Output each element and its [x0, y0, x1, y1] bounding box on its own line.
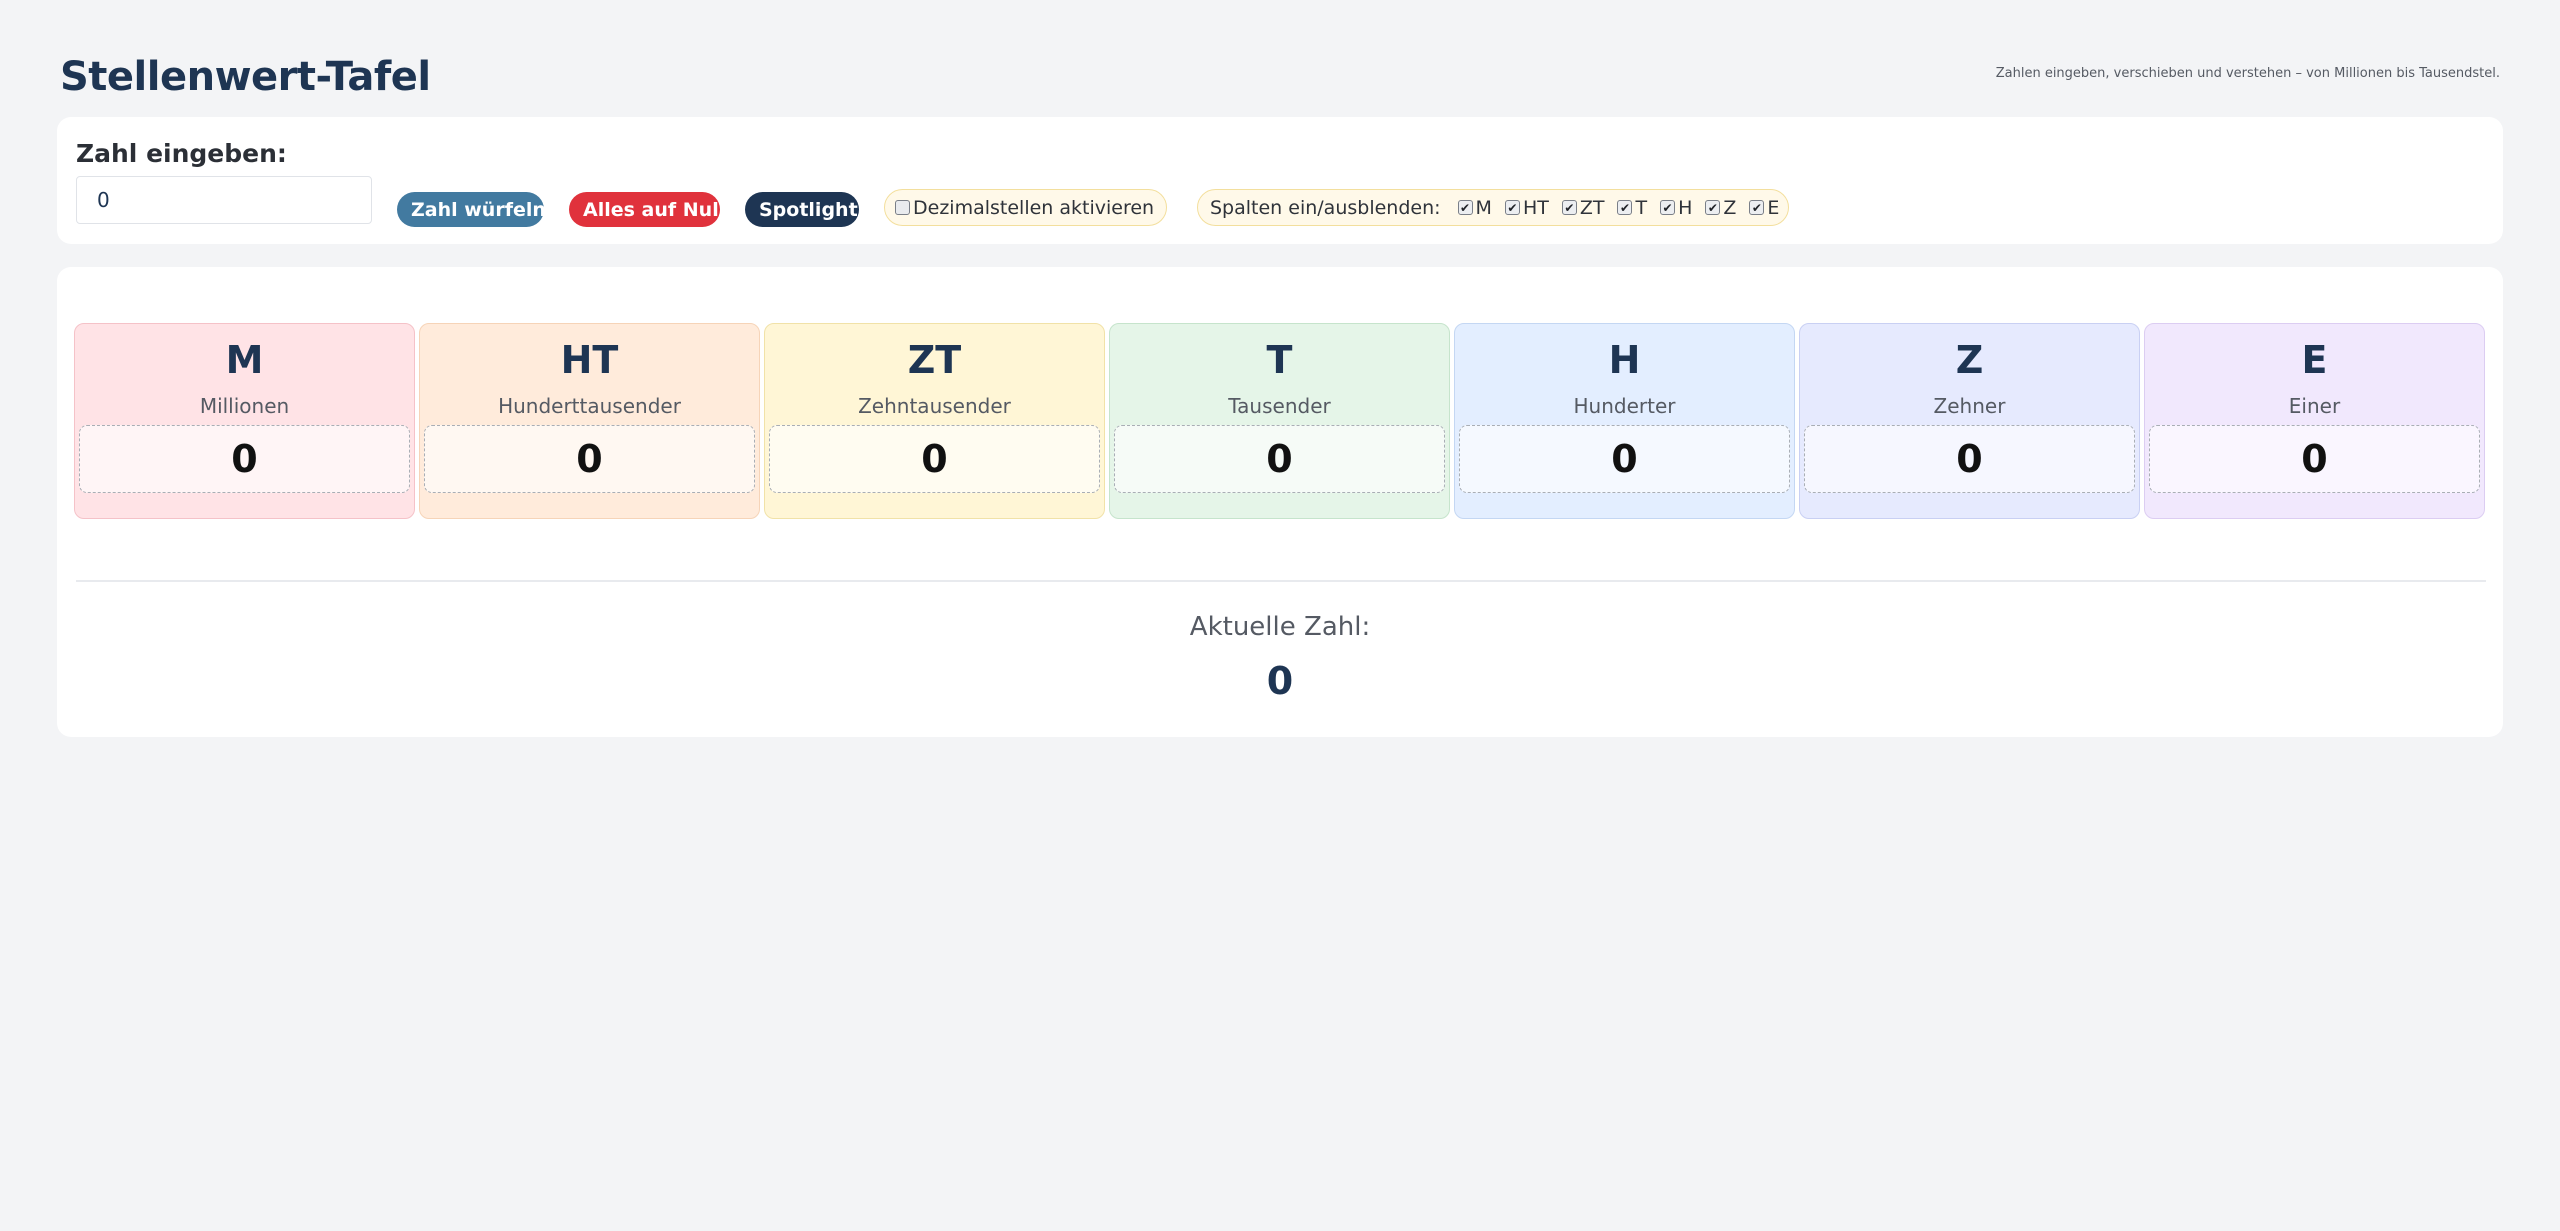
column-toggle-e[interactable]: ✔ E [1749, 197, 1779, 219]
reset-zero-button[interactable]: Alles auf Null [569, 192, 725, 227]
column-toggle-m[interactable]: ✔ M [1457, 196, 1492, 219]
column-toggle-label: H [1678, 196, 1693, 219]
place-abbr: E [2301, 338, 2328, 382]
checkbox-checked-icon[interactable]: ✔ [1457, 200, 1473, 215]
place-digit[interactable]: 0 [2149, 425, 2480, 493]
column-toggle-label: M [1475, 196, 1492, 219]
checkbox-checked-icon[interactable]: ✔ [1660, 200, 1676, 215]
place-name: Einer [2288, 394, 2341, 418]
place-name: Hunderttausender [498, 394, 681, 418]
column-toggle-label: ZT [1579, 196, 1605, 219]
place-column-ten-thousands: ZT Zehntausender 0 [764, 323, 1105, 519]
place-abbr: T [1266, 338, 1293, 382]
checkbox-checked-icon[interactable]: ✔ [1705, 200, 1721, 215]
place-digit[interactable]: 0 [769, 425, 1100, 493]
page-subtitle: Zahlen eingeben, verschieben und versteh… [1995, 66, 2500, 81]
place-column-thousands: T Tausender 0 [1109, 323, 1450, 519]
column-visibility-group: Spalten ein/ausblenden: ✔ M ✔ HT ✔ ZT ✔ … [1197, 189, 1789, 226]
column-toggle-h[interactable]: ✔ H [1660, 197, 1692, 219]
place-abbr: Z [1955, 338, 1984, 382]
decimal-checkbox[interactable] [895, 200, 910, 215]
column-toggle-t[interactable]: ✔ T [1617, 197, 1647, 219]
place-name: Zehner [1933, 394, 2006, 418]
column-toggle-label: Z [1723, 196, 1737, 219]
checkbox-checked-icon[interactable]: ✔ [1617, 200, 1633, 215]
checkbox-checked-icon[interactable]: ✔ [1504, 200, 1520, 215]
column-toggle-label: HT [1522, 196, 1549, 219]
current-number-label: Aktuelle Zahl: [1189, 612, 1371, 642]
column-toggle-ht[interactable]: ✔ HT [1504, 196, 1549, 219]
column-toggle-label: E [1767, 196, 1780, 219]
place-digit[interactable]: 0 [1459, 425, 1790, 493]
place-abbr: H [1608, 338, 1641, 382]
decimal-toggle[interactable]: Dezimalstellen aktivieren [884, 189, 1167, 226]
place-column-ones: E Einer 0 [2144, 323, 2485, 519]
decimal-toggle-label: Dezimalstellen aktivieren [913, 196, 1155, 219]
divider [76, 580, 2486, 582]
place-column-millions: M Millionen 0 [74, 323, 415, 519]
place-name: Tausender [1228, 394, 1331, 418]
place-digit[interactable]: 0 [1804, 425, 2135, 493]
place-value-board: M Millionen 0 HT Hunderttausender 0 ZT Z… [57, 267, 2503, 737]
place-digit[interactable]: 0 [424, 425, 755, 493]
place-digit[interactable]: 0 [79, 425, 410, 493]
column-toggle-z[interactable]: ✔ Z [1705, 197, 1736, 219]
place-name: Zehntausender [858, 394, 1011, 418]
place-column-hundred-thousands: HT Hunderttausender 0 [419, 323, 760, 519]
place-abbr: HT [560, 338, 619, 382]
checkbox-checked-icon[interactable]: ✔ [1561, 200, 1577, 215]
page-title: Stellenwert-Tafel [60, 54, 431, 100]
column-toggle-label: T [1635, 196, 1648, 219]
place-abbr: M [225, 338, 264, 382]
column-visibility-label: Spalten ein/ausblenden: [1210, 196, 1441, 219]
roll-number-button[interactable]: Zahl würfeln [397, 192, 546, 227]
place-digit[interactable]: 0 [1114, 425, 1445, 493]
place-column-hundreds: H Hunderter 0 [1454, 323, 1795, 519]
checkbox-checked-icon[interactable]: ✔ [1749, 200, 1765, 215]
number-input-label: Zahl eingeben: [76, 139, 287, 168]
place-column-tens: Z Zehner 0 [1799, 323, 2140, 519]
number-input[interactable] [76, 176, 372, 224]
place-name: Hunderter [1573, 394, 1676, 418]
place-abbr: ZT [907, 338, 962, 382]
column-toggle-zt[interactable]: ✔ ZT [1561, 196, 1605, 219]
header: Stellenwert-Tafel Zahlen eingeben, versc… [60, 50, 2500, 110]
current-number-value: 0 [1266, 659, 1294, 703]
spotlight-button[interactable]: Spotlight [745, 192, 859, 227]
controls-panel: Zahl eingeben: Zahl würfeln Alles auf Nu… [57, 117, 2503, 244]
place-name: Millionen [199, 394, 290, 418]
